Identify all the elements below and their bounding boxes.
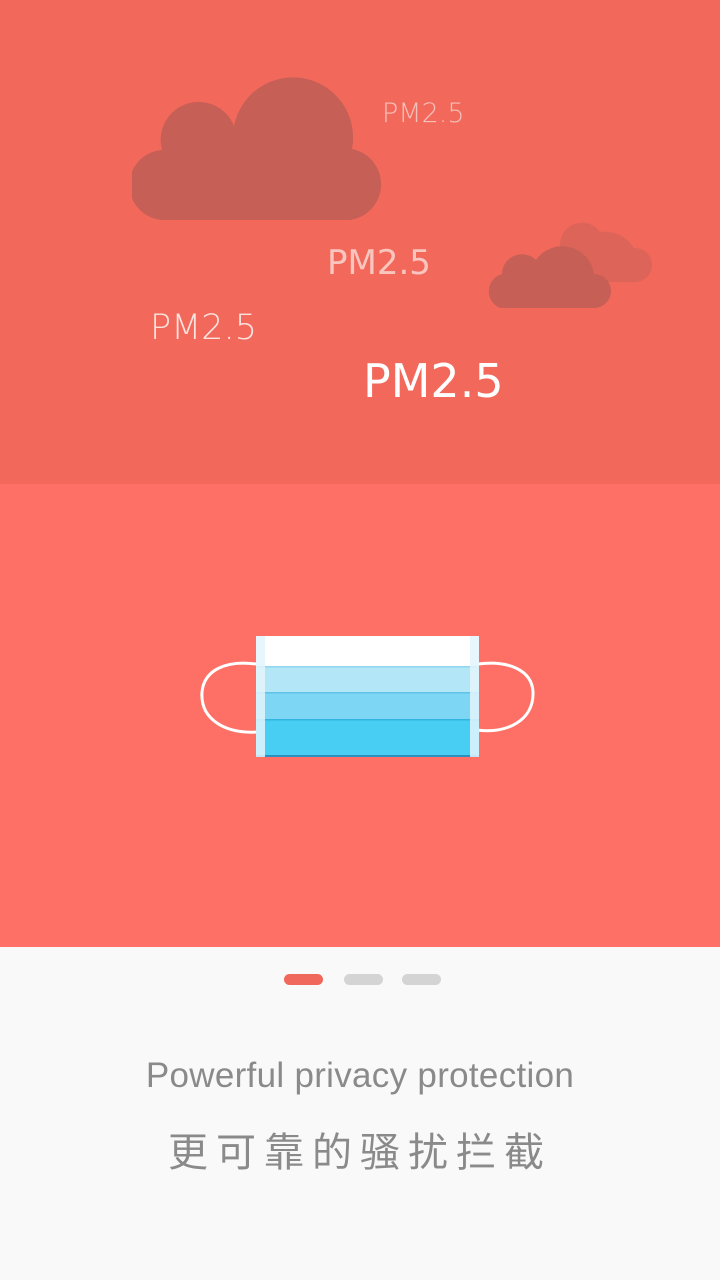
hero-top-section: PM2.5 PM2.5 PM2.5 PM2.5 <box>0 0 720 484</box>
pm25-label-3: PM2.5 <box>150 308 257 348</box>
cloud-icon-large <box>132 77 382 221</box>
onboarding-caption-area <box>0 947 720 1280</box>
page-indicator <box>0 974 720 985</box>
page-dot-1[interactable] <box>284 974 323 985</box>
page-dot-3[interactable] <box>402 974 441 985</box>
pm25-label-4: PM2.5 <box>363 354 504 408</box>
page-dot-2[interactable] <box>344 974 383 985</box>
face-mask-icon <box>200 636 535 757</box>
feature-title-en: Powerful privacy protection <box>145 1056 575 1095</box>
feature-title-zh: 更可靠的骚扰拦截 <box>168 1130 552 1176</box>
pm25-label-1: PM2.5 <box>382 98 465 129</box>
cloud-icon-front <box>488 246 611 308</box>
pm25-label-2: PM2.5 <box>327 243 431 283</box>
